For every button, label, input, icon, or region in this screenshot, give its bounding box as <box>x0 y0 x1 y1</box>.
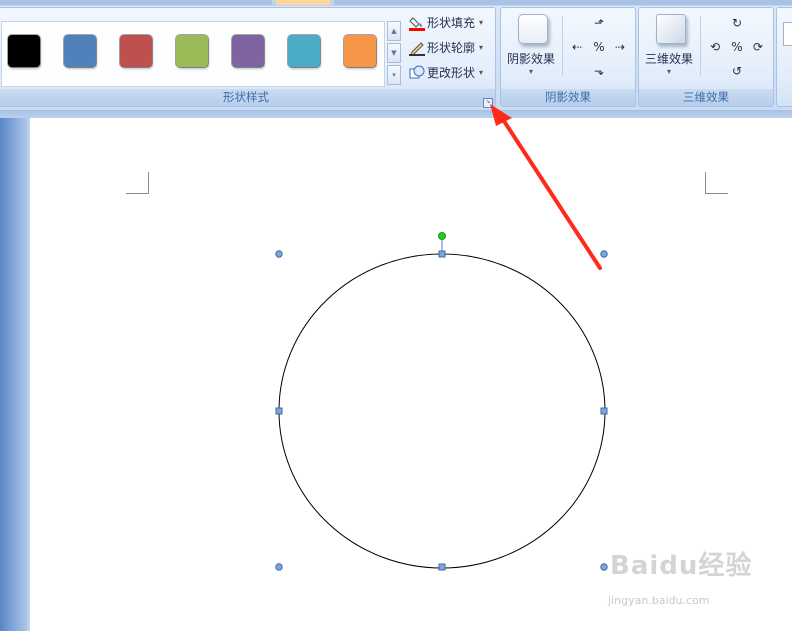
watermark-url: jingyan.baidu.com <box>608 594 710 607</box>
resize-handle-bottom[interactable] <box>438 563 446 571</box>
annotation-arrow <box>490 104 602 270</box>
resize-handle-left[interactable] <box>275 407 283 415</box>
watermark-logo: Baidu经验 <box>610 551 753 581</box>
resize-handle-bottom-left[interactable] <box>275 563 283 571</box>
rotation-handle[interactable] <box>438 232 446 240</box>
resize-handle-bottom-right[interactable] <box>600 563 608 571</box>
resize-handle-right[interactable] <box>600 407 608 415</box>
circle-shape[interactable] <box>278 253 606 569</box>
resize-handle-top[interactable] <box>438 250 446 258</box>
resize-handle-top-left[interactable] <box>275 250 283 258</box>
resize-handle-top-right[interactable] <box>600 250 608 258</box>
drawing-layer <box>275 104 608 571</box>
